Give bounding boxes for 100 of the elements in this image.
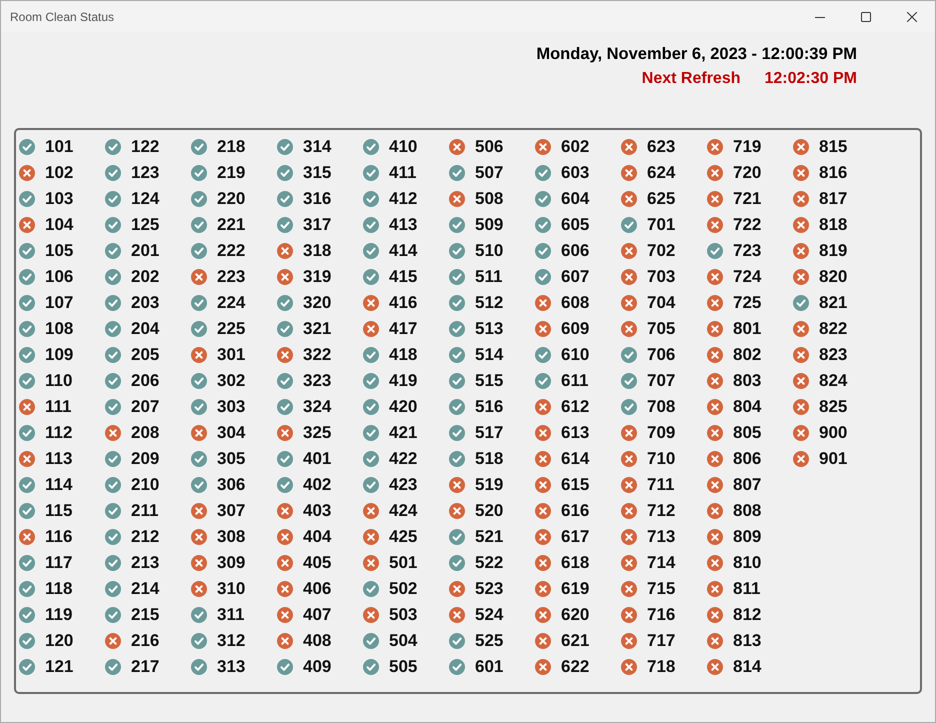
room-number: 814 xyxy=(733,657,762,677)
room-number: 613 xyxy=(561,423,590,443)
room-number: 410 xyxy=(389,137,418,157)
room-number: 124 xyxy=(131,189,160,209)
room-number: 314 xyxy=(303,137,332,157)
room-number: 809 xyxy=(733,527,762,547)
room-number: 601 xyxy=(475,657,504,677)
room-number: 715 xyxy=(647,579,676,599)
room-number: 807 xyxy=(733,475,762,495)
room-number: 121 xyxy=(45,657,74,677)
room-number: 522 xyxy=(475,553,504,573)
room-number: 312 xyxy=(217,631,246,651)
room-number: 603 xyxy=(561,163,590,183)
room-number: 219 xyxy=(217,163,246,183)
room-number: 409 xyxy=(303,657,332,677)
room-number: 201 xyxy=(131,241,160,261)
room-number: 411 xyxy=(389,163,416,183)
room-number: 901 xyxy=(819,449,848,469)
room-number: 423 xyxy=(389,475,418,495)
room-number: 617 xyxy=(561,527,590,547)
room-number: 625 xyxy=(647,189,676,209)
room-number: 614 xyxy=(561,449,590,469)
room-number: 210 xyxy=(131,475,160,495)
room-number: 623 xyxy=(647,137,676,157)
room-number: 310 xyxy=(217,579,246,599)
room-number: 325 xyxy=(303,423,332,443)
room-number: 705 xyxy=(647,319,676,339)
room-number: 401 xyxy=(303,449,332,469)
room-number: 511 xyxy=(475,267,502,287)
room-number: 108 xyxy=(45,319,74,339)
room-number: 512 xyxy=(475,293,504,313)
room-number: 203 xyxy=(131,293,160,313)
room-number: 214 xyxy=(131,579,160,599)
room-number: 821 xyxy=(819,293,848,313)
room-number: 209 xyxy=(131,449,160,469)
room-number: 610 xyxy=(561,345,590,365)
room-number: 101 xyxy=(45,137,74,157)
room-number: 701 xyxy=(647,215,676,235)
room-number: 115 xyxy=(45,501,72,521)
room-number: 720 xyxy=(733,163,762,183)
room-number: 725 xyxy=(733,293,762,313)
room-number: 118 xyxy=(45,579,72,599)
room-number: 513 xyxy=(475,319,504,339)
room-number: 820 xyxy=(819,267,848,287)
room-number: 622 xyxy=(561,657,590,677)
room-number: 105 xyxy=(45,241,74,261)
room-number: 518 xyxy=(475,449,504,469)
maximize-icon[interactable] xyxy=(861,12,871,22)
room-number: 222 xyxy=(217,241,246,261)
room-number: 207 xyxy=(131,397,160,417)
room-number: 302 xyxy=(217,371,246,391)
room-number: 711 xyxy=(647,475,674,495)
room-number: 803 xyxy=(733,371,762,391)
room-number: 607 xyxy=(561,267,590,287)
room-number: 215 xyxy=(131,605,160,625)
room-number: 719 xyxy=(733,137,762,157)
room-number: 823 xyxy=(819,345,848,365)
room-number: 612 xyxy=(561,397,590,417)
date-time: Monday, November 6, 2023 - 12:00:39 PM xyxy=(536,45,857,64)
room-number: 510 xyxy=(475,241,504,261)
room-number: 506 xyxy=(475,137,504,157)
close-icon[interactable] xyxy=(907,12,917,22)
room-number: 818 xyxy=(819,215,848,235)
room-number: 706 xyxy=(647,345,676,365)
room-number: 104 xyxy=(45,215,74,235)
room-number: 123 xyxy=(131,163,160,183)
room-number: 315 xyxy=(303,163,332,183)
room-number: 402 xyxy=(303,475,332,495)
room-number: 716 xyxy=(647,605,676,625)
room-number: 114 xyxy=(45,475,72,495)
room-number: 708 xyxy=(647,397,676,417)
room-number: 125 xyxy=(131,215,160,235)
room-number: 208 xyxy=(131,423,160,443)
room-number: 616 xyxy=(561,501,590,521)
room-number: 806 xyxy=(733,449,762,469)
room-number: 220 xyxy=(217,189,246,209)
room-number: 204 xyxy=(131,319,160,339)
room-number: 524 xyxy=(475,605,504,625)
room-number: 304 xyxy=(217,423,246,443)
room-number: 514 xyxy=(475,345,504,365)
room-number: 503 xyxy=(389,605,418,625)
room-number: 521 xyxy=(475,527,504,547)
room-number: 416 xyxy=(389,293,418,313)
room-number: 722 xyxy=(733,215,762,235)
room-number: 107 xyxy=(45,293,74,313)
room-number: 106 xyxy=(45,267,74,287)
room-number: 317 xyxy=(303,215,332,235)
room-number: 405 xyxy=(303,553,332,573)
room-number: 704 xyxy=(647,293,676,313)
room-number: 525 xyxy=(475,631,504,651)
room-number: 813 xyxy=(733,631,762,651)
room-number: 824 xyxy=(819,371,848,391)
room-number: 608 xyxy=(561,293,590,313)
room-number: 804 xyxy=(733,397,762,417)
room-number: 721 xyxy=(733,189,762,209)
room-number: 223 xyxy=(217,267,246,287)
room-number: 415 xyxy=(389,267,418,287)
room-number: 319 xyxy=(303,267,332,287)
room-number: 802 xyxy=(733,345,762,365)
room-number: 111 xyxy=(45,397,72,417)
